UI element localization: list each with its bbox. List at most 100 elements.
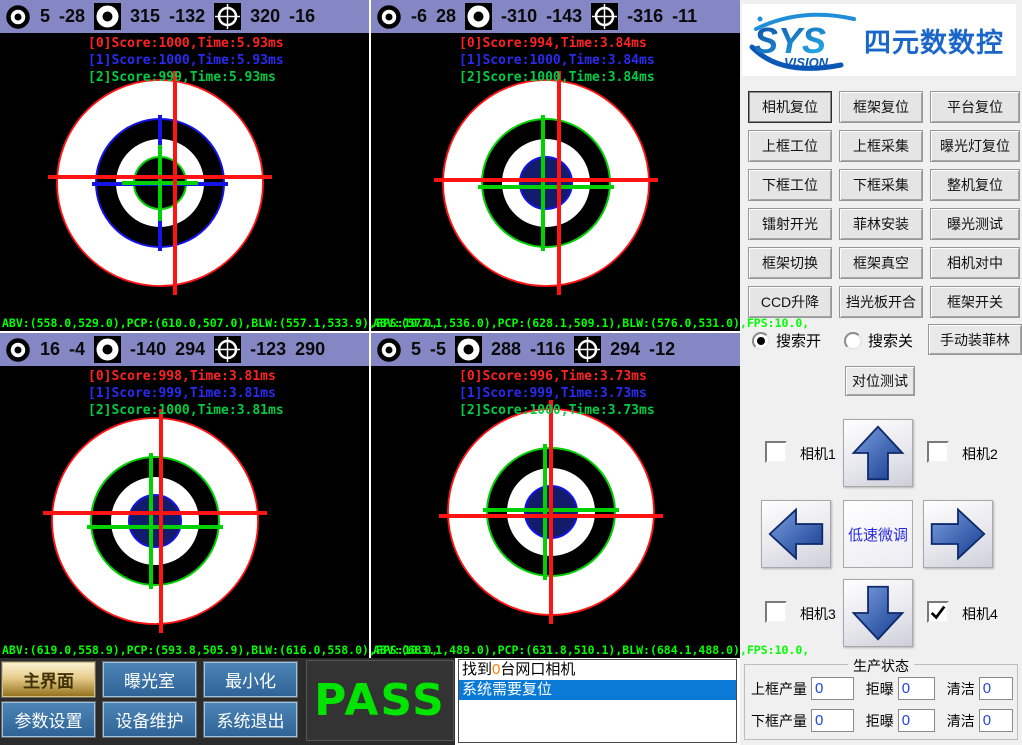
frame-vacuum-button[interactable]: 框架真空 bbox=[839, 247, 923, 279]
result-panel: PASS bbox=[306, 660, 454, 741]
reject-exposure-label: 拒曝 bbox=[866, 679, 894, 699]
ccd-lift-button[interactable]: CCD升降 bbox=[748, 286, 832, 318]
platform-reset-button[interactable]: 平台复位 bbox=[930, 91, 1020, 123]
score-line-1: [1]Score:999,Time:3.73ms bbox=[459, 385, 655, 402]
film-install-button[interactable]: 菲林安装 bbox=[839, 208, 923, 240]
jog-down-button[interactable] bbox=[843, 579, 913, 647]
offset-value: -6 bbox=[411, 6, 427, 27]
camera-4-checkbox-label: 相机4 bbox=[962, 604, 998, 624]
manual-film-load-button[interactable]: 手动装菲林 bbox=[928, 324, 1022, 355]
message-item[interactable]: 找到0台网口相机 bbox=[459, 660, 736, 680]
machine-reset-button[interactable]: 整机复位 bbox=[930, 169, 1020, 201]
camera-2-checkbox[interactable] bbox=[927, 441, 949, 463]
camera-panel-4: 5 -5 288 -116 294 -12 [0]Score:996,Time:… bbox=[371, 333, 740, 658]
offset-value: 16 bbox=[40, 339, 60, 360]
camera-panel-2: -6 28 -310 -143 -316 -11 [0]Score:994,Ti… bbox=[371, 0, 740, 331]
camera-2-status: ABV:(577.1,536.0),PCP:(628.1,509.1),BLW:… bbox=[373, 316, 809, 330]
jog-right-button[interactable] bbox=[923, 500, 993, 568]
main-page-tab[interactable]: 主界面 bbox=[2, 662, 95, 697]
control-button-grid: 相机复位 框架复位 平台复位 上框工位 上框采集 曝光灯复位 下框工位 下框采集… bbox=[748, 91, 1016, 318]
camera-4-view: [0]Score:996,Time:3.73ms [1]Score:999,Ti… bbox=[371, 366, 740, 658]
lower-frame-count-label: 下框产量 bbox=[751, 711, 807, 731]
offset-value: -12 bbox=[649, 339, 675, 360]
exposure-lamp-reset-button[interactable]: 曝光灯复位 bbox=[930, 130, 1020, 162]
camera-1-view: [0]Score:1000,Time:5.93ms [1]Score:1000,… bbox=[0, 33, 369, 331]
offset-value: -16 bbox=[289, 6, 315, 27]
camera-reset-button[interactable]: 相机复位 bbox=[748, 91, 832, 123]
logo-vision-text: VISION bbox=[784, 55, 829, 70]
production-row-upper: 上框产量 0 拒曝 0 清洁 0 bbox=[751, 677, 1013, 700]
arrow-down-icon bbox=[849, 584, 907, 642]
upper-frame-station-button[interactable]: 上框工位 bbox=[748, 130, 832, 162]
camera-2-view: [0]Score:994,Time:3.84ms [1]Score:1000,T… bbox=[371, 33, 740, 331]
bullseye-filled-icon bbox=[455, 336, 482, 363]
score-line-2: [2]Score:999,Time:5.93ms bbox=[88, 69, 284, 86]
slow-jog-button[interactable]: 低速微调 bbox=[843, 500, 913, 568]
message-item-selected[interactable]: 系统需要复位 bbox=[459, 680, 736, 700]
score-line-0: [0]Score:998,Time:3.81ms bbox=[88, 368, 284, 385]
laser-light-button[interactable]: 镭射开光 bbox=[748, 208, 832, 240]
score-line-0: [0]Score:996,Time:3.73ms bbox=[459, 368, 655, 385]
upper-frame-count-field[interactable]: 0 bbox=[811, 677, 854, 700]
production-row-lower: 下框产量 0 拒曝 0 清洁 0 bbox=[751, 709, 1013, 732]
camera-panel-3: 16 -4 -140 294 -123 290 [0]Score:998,Tim… bbox=[0, 333, 369, 658]
offset-value: -116 bbox=[530, 339, 565, 360]
pass-indicator: PASS bbox=[314, 675, 446, 726]
production-status-title: 生产状态 bbox=[848, 656, 914, 676]
exposure-room-tab[interactable]: 曝光室 bbox=[103, 662, 196, 697]
system-exit-button[interactable]: 系统退出 bbox=[204, 702, 297, 737]
camera-4-header: 5 -5 288 -116 294 -12 bbox=[371, 333, 740, 366]
lower-frame-count-field[interactable]: 0 bbox=[811, 709, 854, 732]
offset-value: -140 bbox=[130, 339, 166, 360]
frame-switch-button[interactable]: 框架切换 bbox=[748, 247, 832, 279]
search-on-radio[interactable]: 搜索开 bbox=[752, 330, 821, 351]
parameter-settings-tab[interactable]: 参数设置 bbox=[2, 702, 95, 737]
bullseye-filled-icon bbox=[94, 3, 121, 30]
camera-1-checkbox[interactable] bbox=[765, 441, 787, 463]
clean-field[interactable]: 0 bbox=[979, 709, 1013, 732]
brand-logo: SYS VISION 四元数数控 bbox=[742, 4, 1016, 76]
sys-vision-logo-icon: SYS VISION bbox=[746, 7, 864, 73]
score-line-0: [0]Score:994,Time:3.84ms bbox=[459, 35, 655, 52]
score-line-0: [0]Score:1000,Time:5.93ms bbox=[88, 35, 284, 52]
system-message-list[interactable]: 找到0台网口相机 系统需要复位 bbox=[458, 659, 737, 743]
arrow-right-icon bbox=[929, 505, 987, 563]
camera-4-checkbox[interactable] bbox=[927, 601, 949, 623]
lower-frame-station-button[interactable]: 下框工位 bbox=[748, 169, 832, 201]
camera-centering-button[interactable]: 相机对中 bbox=[930, 247, 1020, 279]
exposure-test-button[interactable]: 曝光测试 bbox=[930, 208, 1020, 240]
bullseye-icon bbox=[376, 4, 402, 30]
offset-value: 28 bbox=[436, 6, 456, 27]
light-shield-button[interactable]: 挡光板开合 bbox=[839, 286, 923, 318]
frame-onoff-button[interactable]: 框架开关 bbox=[930, 286, 1020, 318]
score-line-2: [2]Score:1000,Time:3.81ms bbox=[88, 402, 284, 419]
reject-exposure-field[interactable]: 0 bbox=[898, 709, 935, 732]
radio-circle-icon bbox=[752, 332, 770, 350]
bullseye-cross-icon bbox=[214, 336, 241, 363]
offset-value: 294 bbox=[175, 339, 205, 360]
bullseye-filled-icon bbox=[94, 336, 121, 363]
camera-panel-1: 5 -28 315 -132 320 -16 [0]Score:1000,Tim… bbox=[0, 0, 369, 331]
offset-value: -28 bbox=[59, 6, 85, 27]
minimize-button[interactable]: 最小化 bbox=[204, 662, 297, 697]
control-sidebar: SYS VISION 四元数数控 相机复位 框架复位 平台复位 上框工位 上框采… bbox=[740, 0, 1022, 745]
search-off-label: 搜索关 bbox=[868, 330, 913, 351]
lower-frame-capture-button[interactable]: 下框采集 bbox=[839, 169, 923, 201]
reject-exposure-field[interactable]: 0 bbox=[898, 677, 935, 700]
upper-frame-capture-button[interactable]: 上框采集 bbox=[839, 130, 923, 162]
score-line-1: [1]Score:999,Time:3.81ms bbox=[88, 385, 284, 402]
device-maintenance-tab[interactable]: 设备维护 bbox=[103, 702, 196, 737]
jog-left-button[interactable] bbox=[761, 500, 831, 568]
offset-value: -132 bbox=[169, 6, 205, 27]
search-on-label: 搜索开 bbox=[776, 330, 821, 351]
arrow-left-icon bbox=[767, 505, 825, 563]
alignment-test-button[interactable]: 对位测试 bbox=[845, 366, 915, 396]
camera-3-checkbox[interactable] bbox=[765, 601, 787, 623]
bullseye-filled-icon bbox=[465, 3, 492, 30]
jog-up-button[interactable] bbox=[843, 419, 913, 487]
frame-reset-button[interactable]: 框架复位 bbox=[839, 91, 923, 123]
clean-label: 清洁 bbox=[947, 711, 975, 731]
clean-field[interactable]: 0 bbox=[979, 677, 1013, 700]
search-off-radio[interactable]: 搜索关 bbox=[844, 330, 913, 351]
camera-3-checkbox-label: 相机3 bbox=[800, 604, 836, 624]
